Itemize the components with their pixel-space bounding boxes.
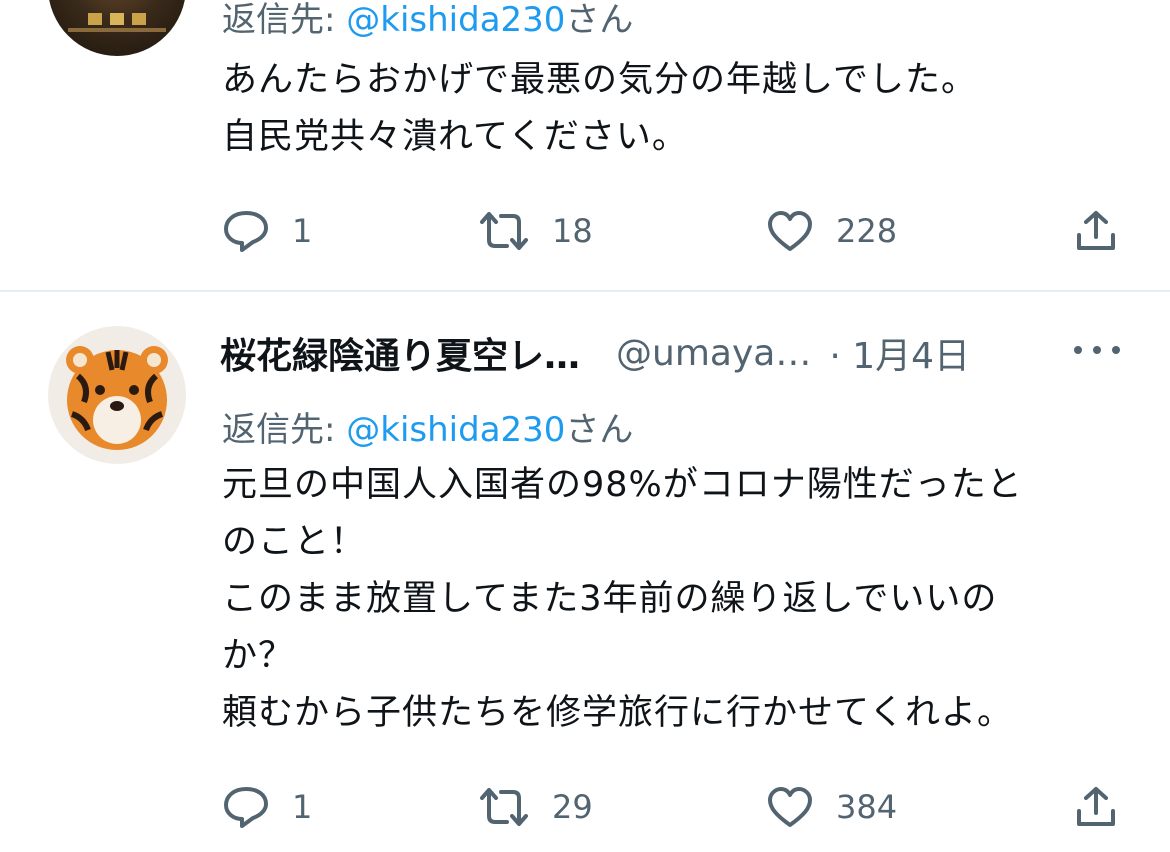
tweet-text-line: 頼むから子供たちを修学旅行に行かせてくれよ。 xyxy=(222,693,1013,733)
tweet-header: 桜花緑陰通り夏空レ… @umaya… · 1月4日 xyxy=(220,328,970,378)
retweet-icon xyxy=(480,212,528,250)
share-button[interactable] xyxy=(1074,206,1118,256)
tweet[interactable]: 返信先: @kishida230さん あんたらおかげで最悪の気分の年越しでした。… xyxy=(0,0,1170,290)
reply-to-suffix: さん xyxy=(565,0,634,40)
reply-icon xyxy=(224,787,268,828)
reply-to-line: 返信先: @kishida230さん xyxy=(222,0,633,41)
tweet-text-line: 自民党共々潰れてください。 xyxy=(222,117,688,157)
retweet-icon xyxy=(480,788,528,826)
tiger-avatar-image xyxy=(66,346,168,450)
tweet-text-line: このまま放置してまた3年前の繰り返しでいいの xyxy=(222,579,998,619)
display-name[interactable]: 桜花緑陰通り夏空レ… xyxy=(220,327,580,379)
like-button[interactable]: 228 xyxy=(766,206,897,256)
tweet-text: あんたらおかげで最悪の気分の年越しでした。 自民党共々潰れてください。 xyxy=(222,52,977,166)
avatar-image xyxy=(68,13,166,32)
user-handle[interactable]: @umaya… xyxy=(616,333,811,374)
tweet[interactable]: 桜花緑陰通り夏空レ… @umaya… · 1月4日 返信先: @kishida2… xyxy=(0,292,1170,852)
more-icon[interactable] xyxy=(1074,340,1120,360)
avatar[interactable] xyxy=(48,0,186,56)
tweet-text-line: のこと！ xyxy=(222,522,367,562)
retweet-button[interactable]: 29 xyxy=(478,782,593,832)
like-icon xyxy=(768,211,812,251)
reply-mention-link[interactable]: @kishida230 xyxy=(346,410,565,450)
reply-to-label: 返信先: xyxy=(222,0,347,40)
like-count: 384 xyxy=(836,788,898,826)
retweet-count: 29 xyxy=(552,788,593,826)
retweet-count: 18 xyxy=(552,212,593,250)
share-icon xyxy=(1077,787,1115,826)
reply-button[interactable]: 1 xyxy=(222,782,312,832)
reply-count: 1 xyxy=(292,212,313,250)
avatar[interactable] xyxy=(48,326,186,464)
reply-icon xyxy=(224,211,268,252)
reply-to-label: 返信先: xyxy=(222,410,347,450)
tweet-text-line: か？ xyxy=(222,636,295,676)
like-count: 228 xyxy=(836,212,898,250)
share-icon xyxy=(1077,211,1115,250)
action-bar: 1 18 228 xyxy=(222,206,1122,256)
tweet-text: 元旦の中国人入国者の98%がコロナ陽性だったと のこと！ このまま放置してまた3… xyxy=(222,457,1023,742)
reply-to-line: 返信先: @kishida230さん xyxy=(222,402,633,451)
retweet-button[interactable]: 18 xyxy=(478,206,593,256)
action-bar: 1 29 384 xyxy=(222,782,1122,832)
timestamp[interactable]: · 1月4日 xyxy=(829,327,970,379)
tweet-text-line: 元旦の中国人入国者の98%がコロナ陽性だったと xyxy=(222,465,1023,505)
share-button[interactable] xyxy=(1074,782,1118,832)
reply-count: 1 xyxy=(292,788,313,826)
reply-mention-link[interactable]: @kishida230 xyxy=(346,0,565,40)
like-icon xyxy=(768,787,812,827)
reply-to-suffix: さん xyxy=(565,410,634,450)
reply-button[interactable]: 1 xyxy=(222,206,312,256)
tweet-text-line: あんたらおかげで最悪の気分の年越しでした。 xyxy=(222,60,977,100)
like-button[interactable]: 384 xyxy=(766,782,897,832)
